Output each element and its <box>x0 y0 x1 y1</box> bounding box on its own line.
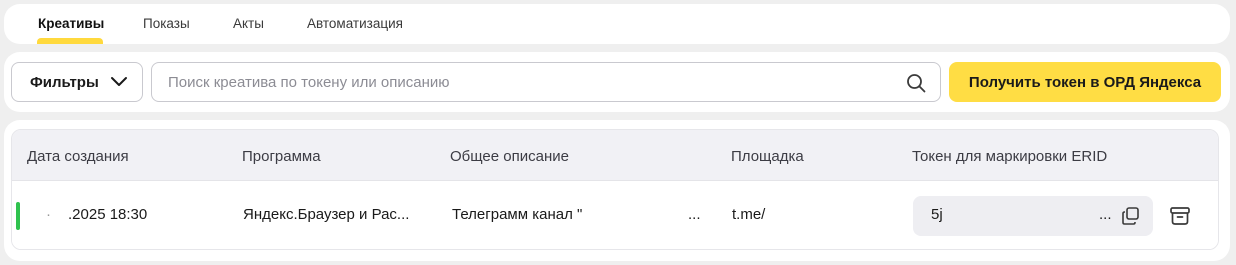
creatives-table-card: Дата создания Программа Общее описание П… <box>4 120 1230 261</box>
creation-date: .2025 18:30 <box>68 206 148 223</box>
erid-token-ellipsis: ... <box>1099 206 1112 223</box>
tab-impressions[interactable]: Показы <box>143 16 190 31</box>
description-ellipsis: ... <box>688 206 701 223</box>
tabs-bar: Креативы Показы Акты Автоматизация <box>4 4 1230 44</box>
program-name: Яндекс.Браузер и Рас... <box>243 206 410 223</box>
search-input[interactable] <box>168 63 898 101</box>
table-row[interactable]: · .2025 18:30 Яндекс.Браузер и Рас... Те… <box>12 182 1218 249</box>
erid-token-value: 5j <box>931 206 943 223</box>
filters-button[interactable]: Фильтры <box>11 62 143 102</box>
tab-creatives[interactable]: Креативы <box>38 16 104 31</box>
search-icon[interactable] <box>906 73 926 93</box>
chevron-down-icon <box>111 77 127 86</box>
platform-link[interactable]: t.me/ <box>732 206 765 223</box>
creatives-table: Дата создания Программа Общее описание П… <box>11 129 1219 250</box>
toolbar: Фильтры Получить токен в ОРД Яндекса <box>4 52 1230 112</box>
erid-token-field: 5j ... <box>913 196 1153 236</box>
column-header-platform[interactable]: Площадка <box>731 148 804 165</box>
column-header-program[interactable]: Программа <box>242 148 321 165</box>
description-text: Телеграмм канал " <box>452 206 583 223</box>
copy-icon[interactable] <box>1121 206 1141 226</box>
table-header: Дата создания Программа Общее описание П… <box>12 130 1218 181</box>
archive-icon[interactable] <box>1169 206 1191 226</box>
get-token-button[interactable]: Получить токен в ОРД Яндекса <box>949 62 1221 102</box>
column-header-description[interactable]: Общее описание <box>450 148 569 165</box>
filters-button-label: Фильтры <box>30 73 99 91</box>
column-header-date[interactable]: Дата создания <box>27 148 129 165</box>
active-tab-indicator <box>37 38 103 44</box>
tab-acts[interactable]: Акты <box>233 16 264 31</box>
date-prefix: · <box>46 206 51 223</box>
search-field[interactable] <box>151 62 941 102</box>
tab-automation[interactable]: Автоматизация <box>307 16 403 31</box>
status-indicator <box>16 202 20 230</box>
column-header-erid-token[interactable]: Токен для маркировки ERID <box>912 148 1107 165</box>
